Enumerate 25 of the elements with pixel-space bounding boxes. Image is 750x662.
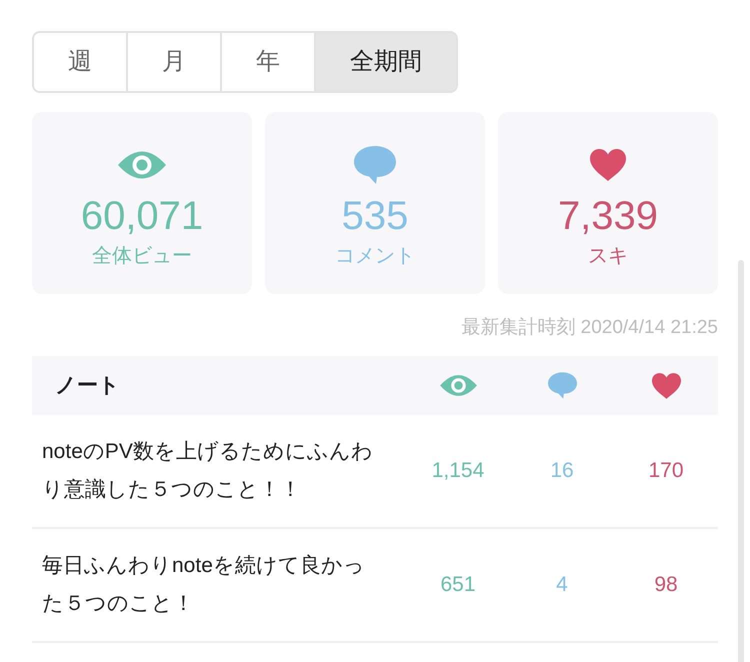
heart-icon [590, 149, 626, 181]
stat-count: 170 [648, 458, 684, 484]
stat-value: 535 [342, 193, 408, 240]
stat-label: コメント [335, 244, 415, 269]
table-row[interactable]: 毎日ふんわりnoteを続けて良かった５つのこと！ 651 4 98 [32, 529, 718, 643]
period-tab[interactable]: 全期間 [314, 33, 456, 91]
table-row[interactable]: noteのPV数を上げるためにふんわり意識した５つのこと！！ 1,154 16 170 [32, 415, 718, 529]
stat-count: 4 [556, 572, 568, 598]
stat-count: 651 [440, 572, 476, 598]
speech-bubble-icon [354, 146, 396, 184]
note-title: noteのPV数を上げるためにふんわり意識した５つのこと！！ [42, 439, 374, 503]
eye-icon [440, 374, 476, 397]
heart-icon [652, 372, 680, 398]
stat-value: 60,071 [80, 193, 204, 240]
stat-count: 16 [550, 458, 574, 484]
note-title: 毎日ふんわりnoteを続けて良かった５つのこと！ [42, 553, 366, 617]
stat-value: 7,339 [558, 193, 658, 240]
stat-label: スキ [588, 244, 628, 269]
stat-count: 98 [654, 572, 678, 598]
stat-count: 1,154 [432, 458, 484, 484]
column-header: ノート [55, 374, 120, 397]
last-updated-text: 最新集計時刻 2020/4/14 21:25 [461, 316, 718, 340]
eye-icon [118, 150, 166, 180]
stat-label: 全体ビュー [92, 244, 192, 269]
speech-bubble-icon [548, 372, 576, 399]
